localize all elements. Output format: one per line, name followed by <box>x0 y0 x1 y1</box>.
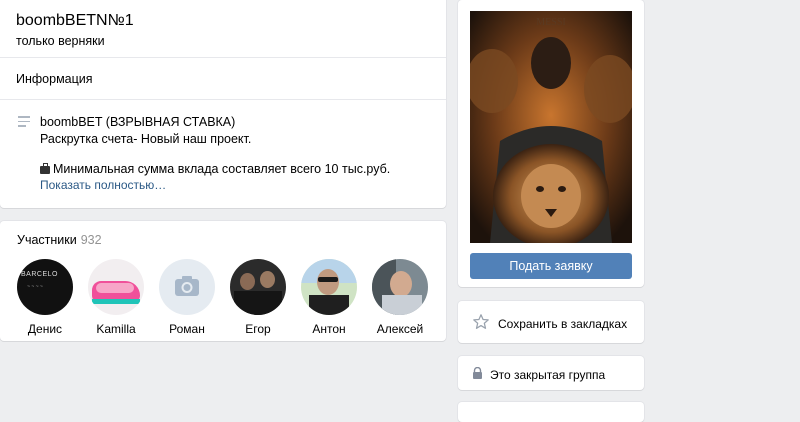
svg-text:MESSI: MESSI <box>536 17 565 28</box>
group-status: только верняки <box>16 34 105 48</box>
member-name: Антон <box>312 322 346 336</box>
private-group-label: Это закрытая группа <box>490 368 606 382</box>
member-name: Денис <box>27 322 63 336</box>
member-egor[interactable]: Егор <box>218 259 298 336</box>
lock-icon <box>473 367 482 379</box>
avatar: BARCELO ~ ~ ~ ~ <box>17 259 73 315</box>
bookmark-label: Сохранить в закладках <box>498 317 628 331</box>
info-line-promo: Раскрутка счета- Новый наш проект. <box>40 132 252 146</box>
divider <box>0 57 446 58</box>
members-count: 932 <box>80 233 102 247</box>
group-cover-card: MESSI Подать заявку <box>458 0 644 287</box>
member-name: Алексей <box>376 322 424 336</box>
avatar <box>88 259 144 315</box>
info-line-name: boombBET (ВЗРЫВНАЯ СТАВКА) <box>40 115 236 129</box>
lion-cover-art: MESSI <box>470 11 632 243</box>
member-roman[interactable]: Роман <box>147 259 227 336</box>
members-card: Участники 932 BARCELO ~ ~ ~ ~ Денис Kamil… <box>0 221 446 341</box>
next-card <box>458 402 644 422</box>
star-icon <box>473 314 489 329</box>
member-name: Kamilla <box>96 322 136 336</box>
show-more-link[interactable]: Показать полностью… <box>40 178 166 192</box>
member-kamilla[interactable]: Kamilla <box>76 259 156 336</box>
bookmark-card[interactable]: Сохранить в закладках <box>458 301 644 343</box>
apply-button[interactable]: Подать заявку <box>470 253 632 279</box>
member-anton[interactable]: Антон <box>289 259 369 336</box>
divider <box>0 99 446 100</box>
group-title: boombBETN№1 <box>16 12 134 29</box>
avatar <box>372 259 428 315</box>
avatar-text: BARCELO <box>21 271 58 278</box>
info-heading[interactable]: Информация <box>16 72 93 86</box>
briefcase-icon <box>40 163 50 174</box>
member-name: Егор <box>245 322 271 336</box>
group-header-card: boombBETN№1 только верняки Информация bo… <box>0 0 446 208</box>
avatar <box>230 259 286 315</box>
description-icon <box>18 116 30 130</box>
member-name: Роман <box>169 322 205 336</box>
members-heading[interactable]: Участники 932 <box>17 233 102 247</box>
private-group-card: Это закрытая группа <box>458 356 644 390</box>
member-aleksey[interactable]: Алексей <box>360 259 440 336</box>
camera-icon <box>175 276 199 296</box>
avatar <box>301 259 357 315</box>
info-line-deposit: Минимальная сумма вклада составляет всег… <box>40 162 390 176</box>
avatar <box>159 259 215 315</box>
member-denis[interactable]: BARCELO ~ ~ ~ ~ Денис <box>5 259 85 336</box>
group-cover-image[interactable]: MESSI <box>470 11 632 243</box>
